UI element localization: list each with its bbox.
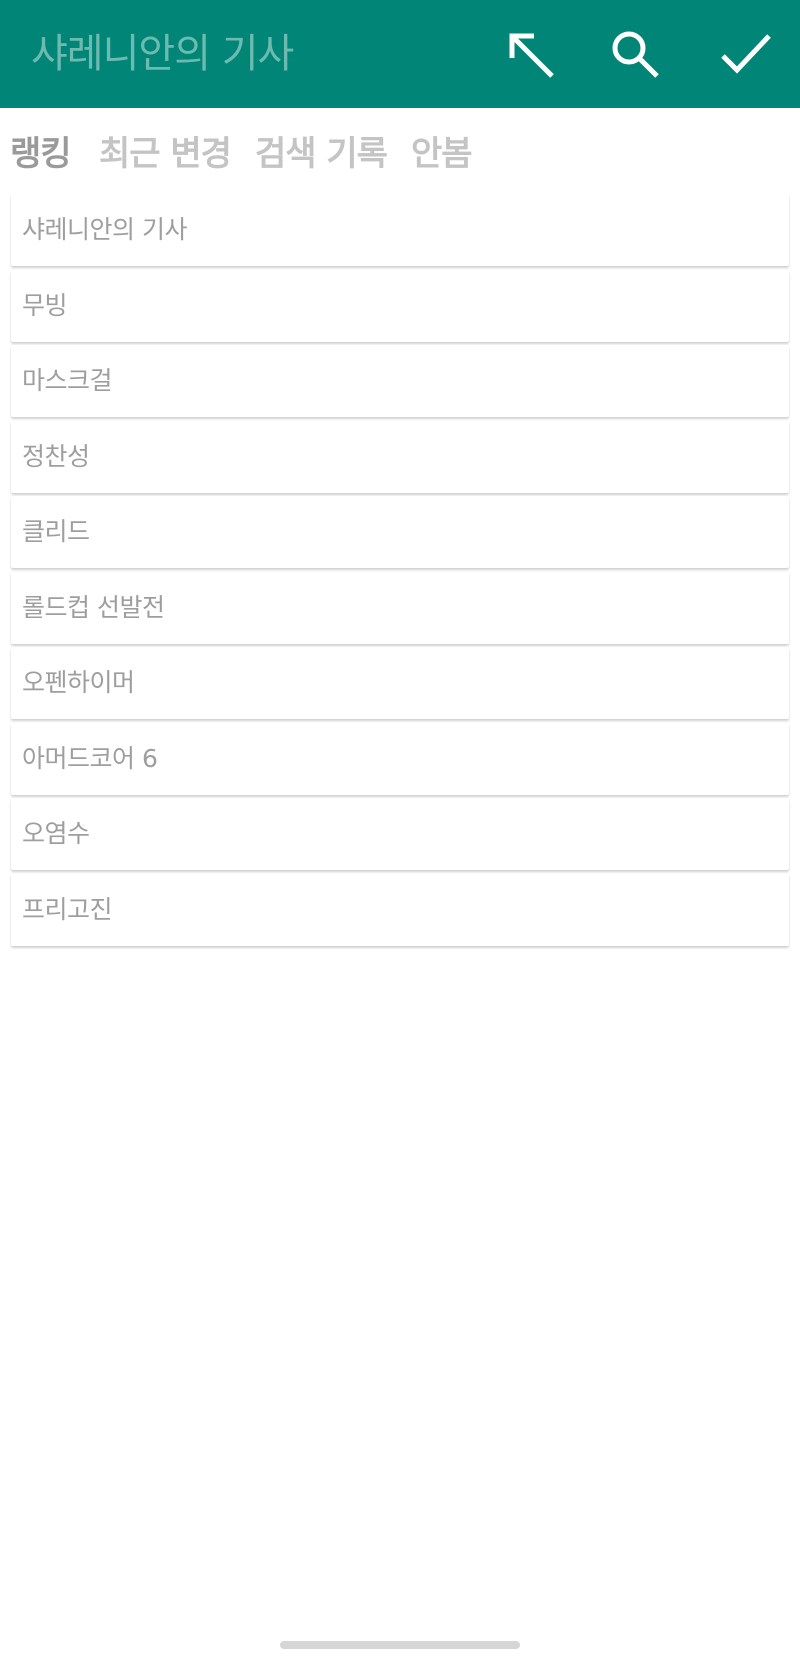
home-indicator[interactable] <box>280 1641 520 1649</box>
list-item[interactable]: 샤레니안의 기사 <box>11 194 789 266</box>
list-item[interactable]: 정찬성 <box>11 420 789 493</box>
list-item-label: 오염수 <box>22 819 90 848</box>
tab-recent-changes[interactable]: 최근 변경 <box>99 126 232 175</box>
list-item-label: 롤드컵 선발전 <box>22 592 165 622</box>
tab-search-history[interactable]: 검색 기록 <box>255 126 388 175</box>
ranking-list: 샤레니안의 기사 무빙 마스크걸 정찬성 클리드 롤드컵 선발전 오펜하이머 아… <box>11 194 789 949</box>
list-item[interactable]: 롤드컵 선발전 <box>11 571 789 644</box>
list-item-label: 마스크걸 <box>22 366 113 395</box>
app-bar: 샤레니안의 기사 <box>0 0 800 108</box>
list-item[interactable]: 클리드 <box>11 496 789 568</box>
check-icon <box>721 34 771 74</box>
confirm-button[interactable] <box>715 24 775 84</box>
tab-unseen[interactable]: 안봄 <box>411 126 473 175</box>
list-item-label: 클리드 <box>22 517 90 546</box>
app-title: 샤레니안의 기사 <box>31 31 294 77</box>
tab-ranking[interactable]: 랭킹 <box>10 126 72 175</box>
list-item[interactable]: 프리고진 <box>11 873 789 946</box>
list-item-label: 프리고진 <box>22 894 113 924</box>
arrow-up-left-button[interactable] <box>500 24 560 84</box>
tab-bar: 랭킹 최근 변경 검색 기록 안봄 <box>0 108 800 194</box>
list-item-label: 무빙 <box>22 290 68 320</box>
arrow-up-left-icon <box>509 33 554 78</box>
list-item-label: 오펜하이머 <box>22 668 135 697</box>
search-button[interactable] <box>605 24 665 84</box>
list-item[interactable]: 오펜하이머 <box>11 647 789 719</box>
list-item[interactable]: 마스크걸 <box>11 345 789 417</box>
list-item-label: 샤레니안의 기사 <box>22 215 187 244</box>
list-item[interactable]: 아머드코어 6 <box>11 722 789 795</box>
list-item[interactable]: 무빙 <box>11 269 789 342</box>
list-item-label: 아머드코어 6 <box>22 743 158 773</box>
search-icon <box>612 31 659 78</box>
list-item[interactable]: 오염수 <box>11 798 789 870</box>
list-item-label: 정찬성 <box>22 441 90 471</box>
